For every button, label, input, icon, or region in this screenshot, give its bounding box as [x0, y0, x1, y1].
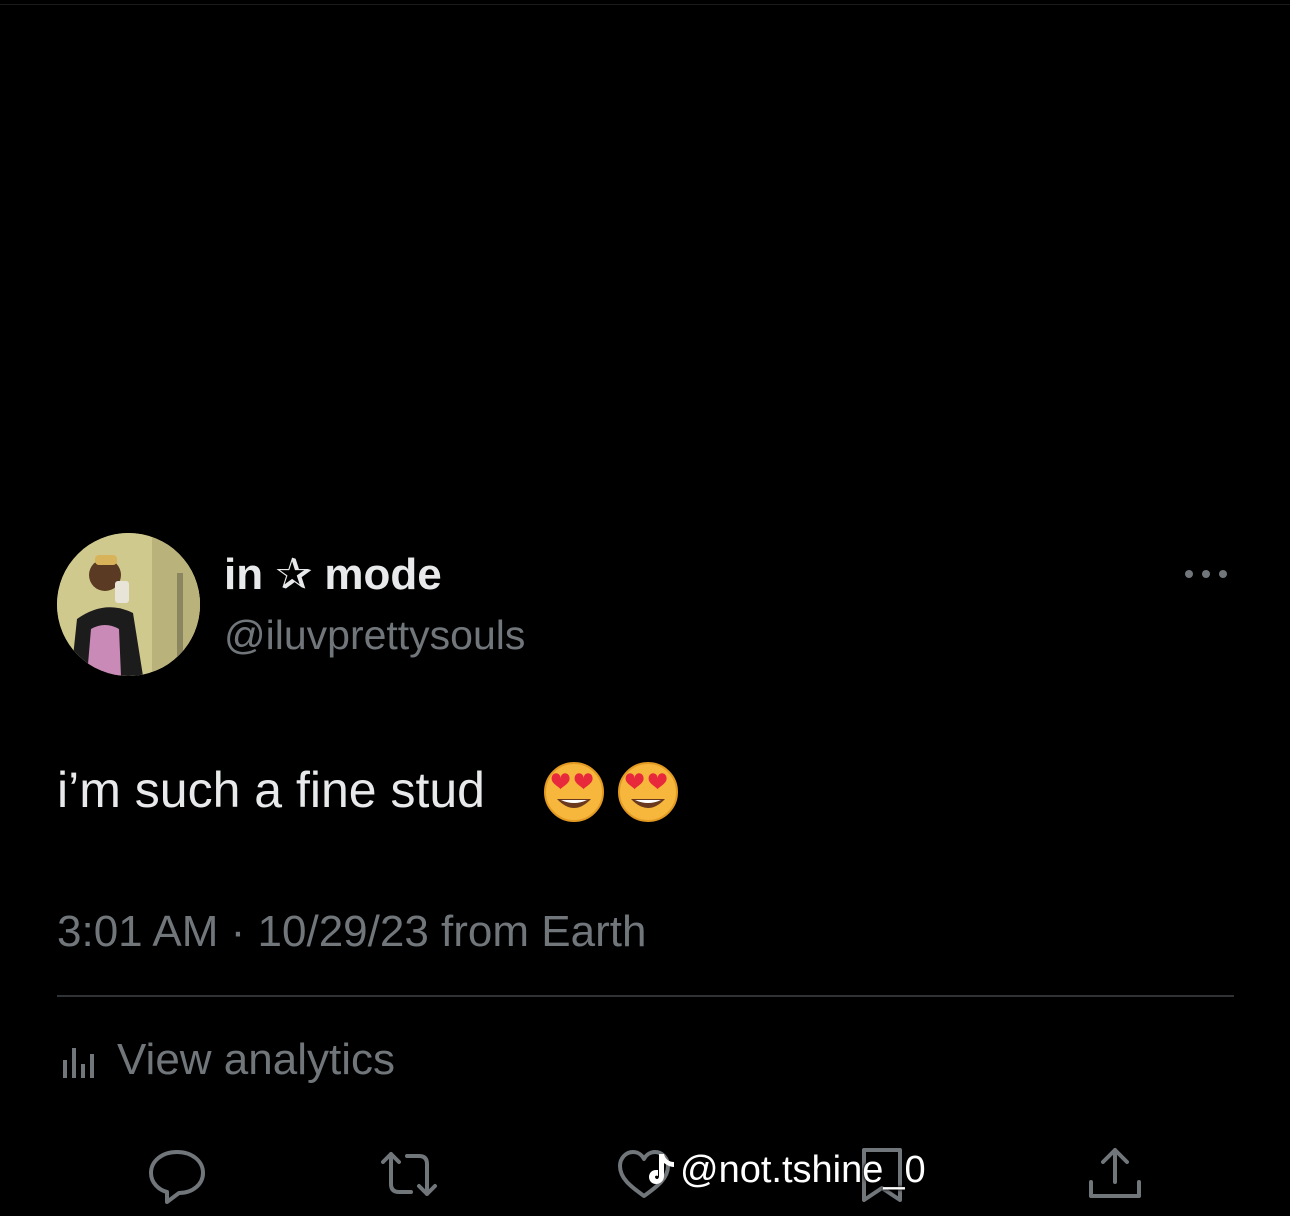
divider [57, 995, 1234, 997]
retweet-button[interactable] [377, 1142, 441, 1206]
share-upload-icon [1089, 1148, 1141, 1198]
tweet-timestamp[interactable]: 3:01 AM · 10/29/23 from Earth [57, 905, 646, 959]
tweet-detail: in ✰ mode @iluvprettysouls i’m such a fi… [0, 0, 1290, 1216]
reply-bubble-icon [149, 1150, 205, 1204]
emoji-group [543, 761, 683, 823]
reply-button[interactable] [145, 1142, 209, 1206]
avatar[interactable] [57, 533, 200, 676]
user-handle[interactable]: @iluvprettysouls [224, 609, 525, 661]
tiktok-icon [649, 1154, 674, 1184]
tweet-text: i’m such a fine stud [57, 762, 485, 818]
view-analytics-label: View analytics [117, 1035, 395, 1084]
more-horizontal-icon[interactable] [1183, 565, 1229, 583]
bar-chart-icon [57, 1038, 101, 1082]
heart-eyes-emoji [618, 762, 678, 822]
share-button[interactable] [1083, 1142, 1147, 1206]
display-name[interactable]: in ✰ mode [224, 548, 442, 602]
heart-eyes-emoji [544, 762, 604, 822]
retweet-icon [381, 1152, 437, 1196]
tiktok-watermark: @not.tshine_0 [646, 1148, 926, 1192]
view-analytics-link[interactable]: View analytics [57, 1032, 395, 1088]
watermark-handle: @not.tshine_0 [680, 1148, 926, 1191]
